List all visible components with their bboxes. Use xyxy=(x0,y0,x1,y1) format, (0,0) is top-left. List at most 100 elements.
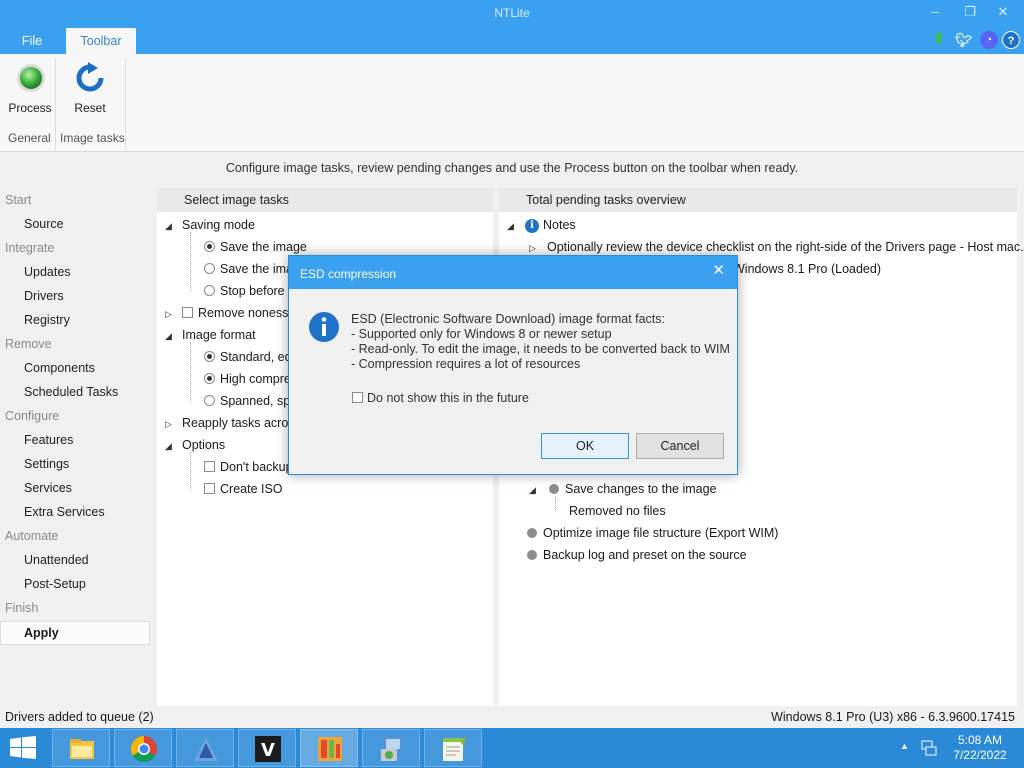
remove-nonessential-checkbox[interactable] xyxy=(182,307,193,318)
taskbar-app[interactable] xyxy=(362,729,420,767)
tree-line xyxy=(190,342,191,402)
window-title: NTLite xyxy=(494,6,530,20)
group-image-tasks-label: Image tasks xyxy=(60,131,125,145)
note-item[interactable]: Optionally review the device checklist o… xyxy=(547,240,1024,254)
esd-compression-dialog: ESD compression ✕ ESD (Electronic Softwa… xyxy=(288,255,738,475)
ok-button[interactable]: OK xyxy=(541,433,629,459)
dialog-heading: ESD (Electronic Software Download) image… xyxy=(351,312,666,326)
process-icon xyxy=(17,64,45,92)
clock[interactable]: 5:08 AM 7/22/2022 xyxy=(950,733,1010,763)
sidebar-item-settings[interactable]: Settings xyxy=(24,457,69,471)
dialog-fact: - Compression requires a lot of resource… xyxy=(351,357,581,371)
stop-before-label: Stop before s xyxy=(220,284,295,298)
discord-icon[interactable]: ◔ xyxy=(980,31,998,49)
tab-toolbar[interactable]: Toolbar xyxy=(66,28,136,54)
sidebar-section-finish: Finish xyxy=(5,601,39,615)
sidebar-item-scheduled-tasks[interactable]: Scheduled Tasks xyxy=(24,385,118,399)
dialog-title: ESD compression xyxy=(300,267,397,281)
create-iso-checkbox[interactable] xyxy=(204,483,215,494)
expand-arrow-icon[interactable]: ▷ xyxy=(165,309,172,320)
cancel-button[interactable]: Cancel xyxy=(636,433,724,459)
file-explorer-icon xyxy=(70,739,94,759)
sidebar-item-source[interactable]: Source xyxy=(24,217,64,231)
expand-arrow-icon[interactable]: ▷ xyxy=(529,243,536,254)
dialog-fact: - Supported only for Windows 8 or newer … xyxy=(351,327,612,341)
task-bullet-icon xyxy=(527,528,537,538)
image-format-node[interactable]: Image format xyxy=(182,328,256,342)
expand-arrow-icon[interactable]: ▷ xyxy=(165,419,172,430)
taskbar-app-ntlite[interactable] xyxy=(300,729,358,767)
dont-backup-checkbox[interactable] xyxy=(204,461,215,472)
collapse-arrow-icon[interactable]: ◢ xyxy=(529,485,536,496)
saving-mode-node[interactable]: Saving mode xyxy=(182,218,255,232)
sidebar-section-configure: Configure xyxy=(5,409,60,423)
restore-button[interactable]: ❐ xyxy=(955,4,985,20)
update-arrow-icon[interactable]: ⬆ xyxy=(930,31,948,49)
twitter-icon[interactable]: 🐦︎ xyxy=(955,31,973,49)
sidebar-item-registry[interactable]: Registry xyxy=(24,313,70,327)
network-icon[interactable] xyxy=(920,739,938,757)
sidebar-item-unattended[interactable]: Unattended xyxy=(24,553,89,567)
image-loaded-node[interactable]: Windows 8.1 Pro (Loaded) xyxy=(733,262,881,276)
start-button[interactable] xyxy=(8,736,38,760)
standard-radio[interactable] xyxy=(204,351,215,362)
clock-date: 7/22/2022 xyxy=(953,748,1007,762)
notepad-plus-icon xyxy=(443,737,466,761)
help-icon[interactable]: ? xyxy=(1002,31,1020,49)
panel-header: Select image tasks xyxy=(157,188,493,212)
dialog-close-button[interactable]: ✕ xyxy=(712,261,725,279)
tray-expand-icon[interactable]: ▲ xyxy=(900,741,909,751)
notes-node[interactable]: Notes xyxy=(543,218,576,232)
tab-file[interactable]: File xyxy=(6,28,58,54)
sidebar-item-features[interactable]: Features xyxy=(24,433,73,447)
save-copy-radio[interactable] xyxy=(204,263,215,274)
app-v-icon: V xyxy=(255,736,281,762)
collapse-arrow-icon[interactable]: ◢ xyxy=(165,221,172,232)
menu-bar: File Toolbar ⬆ 🐦︎ ◔ ? xyxy=(0,28,1024,54)
collapse-arrow-icon[interactable]: ◢ xyxy=(165,331,172,342)
backup-log-node[interactable]: Backup log and preset on the source xyxy=(543,548,747,562)
remove-nonessential-label: Remove nonesse xyxy=(198,306,296,320)
minimize-button[interactable]: – xyxy=(920,4,950,19)
sidebar-item-extra-services[interactable]: Extra Services xyxy=(24,505,105,519)
taskbar-app[interactable] xyxy=(176,729,234,767)
taskbar-app[interactable] xyxy=(52,729,110,767)
collapse-arrow-icon[interactable]: ◢ xyxy=(507,221,514,232)
taskbar-app[interactable] xyxy=(424,729,482,767)
taskbar-app[interactable] xyxy=(114,729,172,767)
sidebar-section-integrate: Integrate xyxy=(5,241,55,255)
spanned-radio[interactable] xyxy=(204,395,215,406)
options-node[interactable]: Options xyxy=(182,438,225,452)
sidebar-section-start: Start xyxy=(5,193,32,207)
dont-backup-label: Don't backup xyxy=(220,460,293,474)
ribbon-separator xyxy=(55,58,56,150)
do-not-show-checkbox[interactable] xyxy=(352,392,363,403)
stop-before-radio[interactable] xyxy=(204,285,215,296)
sidebar-item-drivers[interactable]: Drivers xyxy=(24,289,64,303)
status-left: Drivers added to queue (2) xyxy=(5,710,154,724)
sidebar-item-services[interactable]: Services xyxy=(24,481,72,495)
sidebar-item-apply[interactable]: Apply xyxy=(0,621,150,645)
process-label: Process xyxy=(8,101,52,115)
collapse-arrow-icon[interactable]: ◢ xyxy=(165,441,172,452)
sidebar-item-components[interactable]: Components xyxy=(24,361,95,375)
sidebar-item-post-setup[interactable]: Post-Setup xyxy=(24,577,86,591)
taskbar-app[interactable]: V xyxy=(238,729,296,767)
create-iso-label: Create ISO xyxy=(220,482,283,496)
task-bullet-icon xyxy=(549,484,559,494)
process-button[interactable]: Process xyxy=(3,58,57,120)
reapply-node[interactable]: Reapply tasks across xyxy=(182,416,301,430)
ntlite-icon xyxy=(318,737,342,761)
dialog-title-bar: ESD compression ✕ xyxy=(289,256,737,289)
save-image-radio[interactable] xyxy=(204,241,215,252)
task-bullet-icon xyxy=(527,550,537,560)
save-changes-node[interactable]: Save changes to the image xyxy=(565,482,717,496)
high-compression-radio[interactable] xyxy=(204,373,215,384)
reset-button[interactable]: Reset xyxy=(63,58,117,120)
sidebar-item-updates[interactable]: Updates xyxy=(24,265,71,279)
optimize-node[interactable]: Optimize image file structure (Export WI… xyxy=(543,526,778,540)
sidebar-item-apply-label: Apply xyxy=(24,626,59,640)
close-button[interactable]: ✕ xyxy=(988,4,1018,20)
ribbon: Process Reset General Image tasks xyxy=(0,54,1024,152)
tree-line xyxy=(555,496,556,510)
